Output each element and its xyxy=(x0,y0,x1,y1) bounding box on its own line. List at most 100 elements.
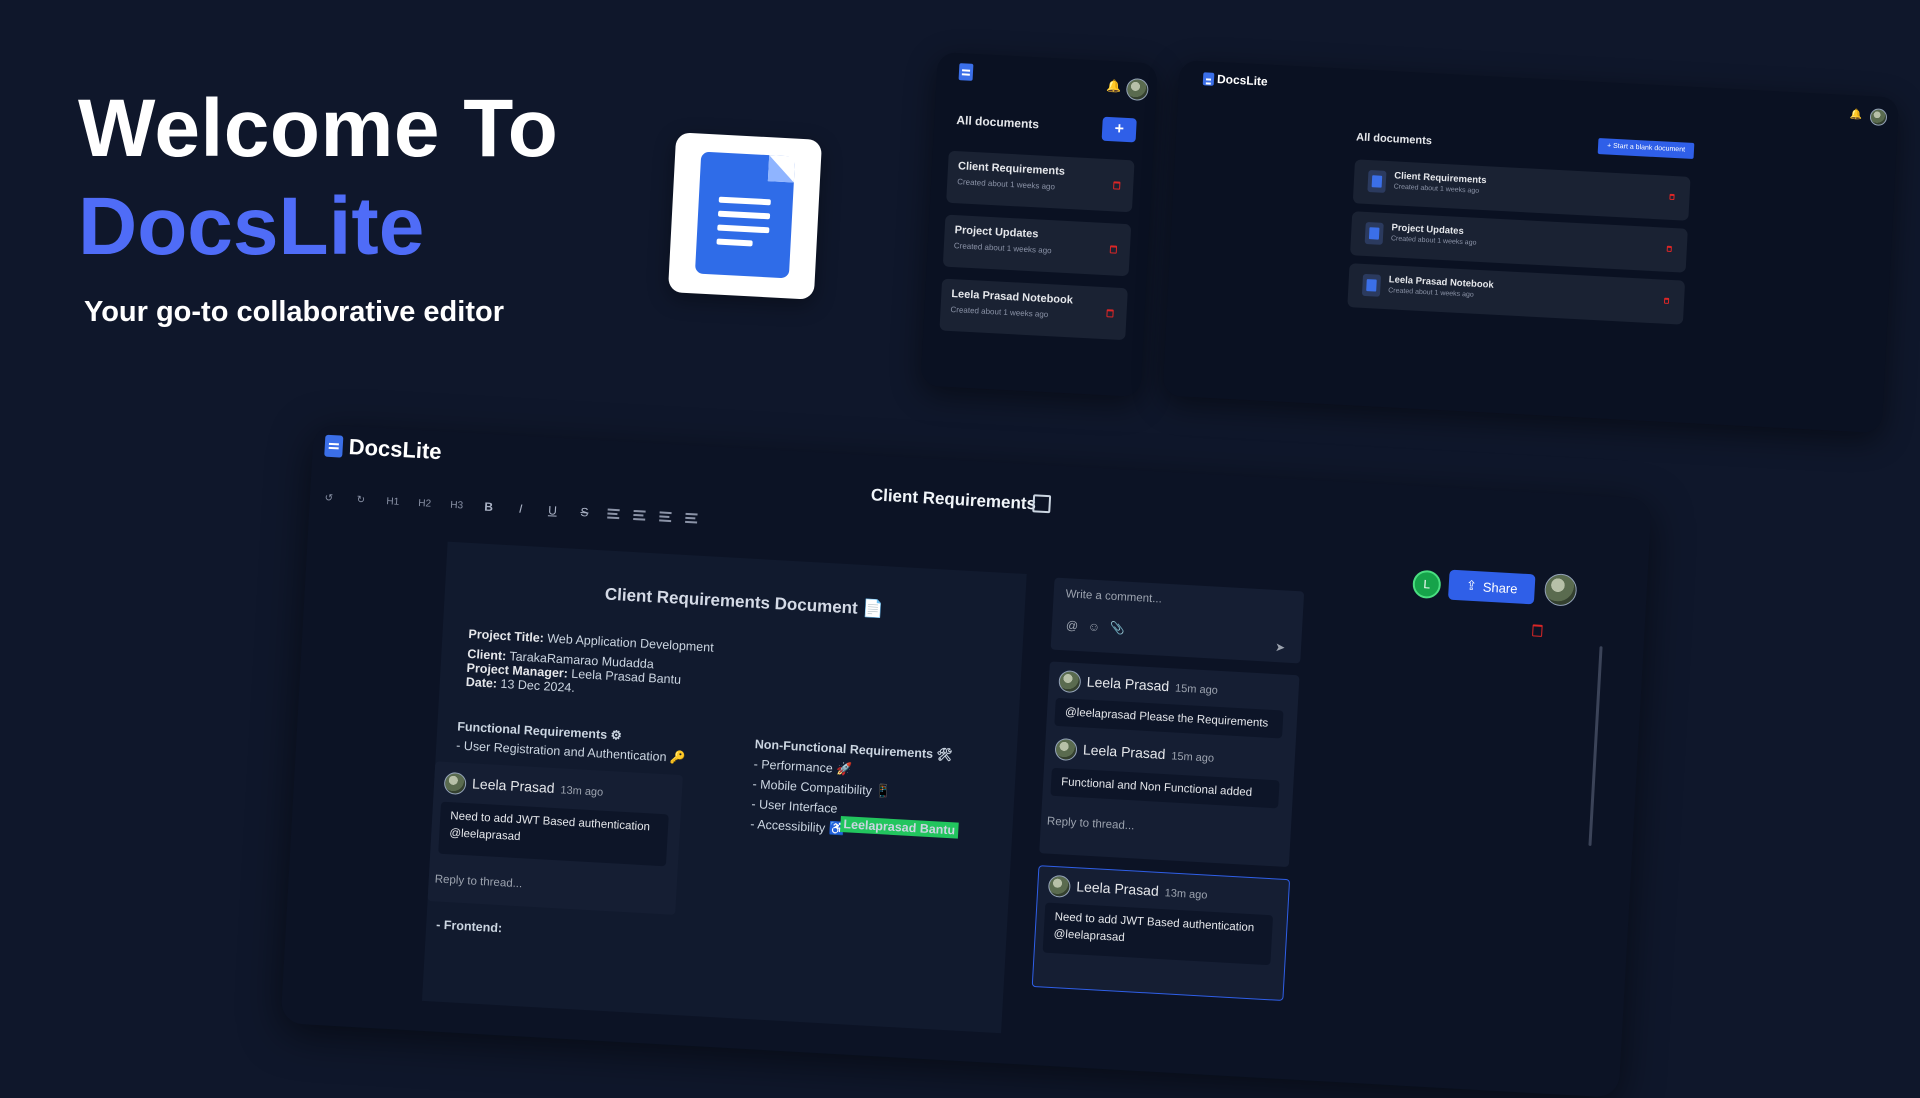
hero-title: Welcome To xyxy=(78,83,559,174)
document-title[interactable]: Client Requirements xyxy=(870,485,1036,514)
mobile-preview: 🔔 All documents + Client Requirements Cr… xyxy=(920,52,1158,398)
value: 13 Dec 2024. xyxy=(496,676,576,695)
heading1-button[interactable]: H1 xyxy=(384,496,403,508)
underline-button[interactable]: U xyxy=(543,503,562,518)
hero-subtitle: Your go-to collaborative editor xyxy=(84,296,504,328)
comment-composer: Write a comment... @ ☺ 📎 ➤ xyxy=(1050,577,1305,664)
document-meta: Created about 1 weeks ago xyxy=(953,241,1052,256)
share-label: Share xyxy=(1482,579,1518,596)
trash-icon[interactable] xyxy=(1109,245,1118,254)
documents-heading: All documents xyxy=(1355,131,1433,148)
active-user-avatar[interactable]: L xyxy=(1412,569,1442,600)
author-name: Leela Prasad xyxy=(471,775,556,796)
nf-item: - Mobile Compatibility 📱 xyxy=(752,777,892,799)
document-card[interactable]: Client Requirements Created about 1 week… xyxy=(1352,159,1691,221)
document-card[interactable]: Project Updates Created about 1 weeks ag… xyxy=(942,214,1132,277)
hero-brand: DocsLite xyxy=(78,181,425,272)
author-name: Leela Prasad xyxy=(1086,673,1170,695)
nf-item: - User Interface xyxy=(751,797,838,816)
start-blank-document-button[interactable]: + Start a blank document xyxy=(1597,138,1695,160)
document-card[interactable]: Leela Prasad Notebook Created about 1 we… xyxy=(1347,263,1686,325)
document-icon xyxy=(1364,221,1384,245)
brand: DocsLite xyxy=(1202,71,1269,89)
reply-input[interactable]: Reply to thread... xyxy=(1047,816,1135,833)
avatar[interactable] xyxy=(1543,572,1578,607)
avatar xyxy=(443,771,467,796)
author-name: Leela Prasad xyxy=(1075,878,1160,899)
italic-button[interactable]: I xyxy=(511,501,530,516)
comment-input[interactable]: Write a comment... xyxy=(1065,588,1162,605)
document-heading: Client Requirements Document 📄 xyxy=(604,584,885,620)
share-icon: ⇪ xyxy=(1465,577,1478,594)
trash-icon[interactable] xyxy=(1532,624,1543,637)
trash-icon[interactable] xyxy=(1113,181,1121,190)
mention-icon[interactable]: @ xyxy=(1066,618,1079,633)
document-icon xyxy=(1367,170,1387,193)
comment-message: Need to add JWT Based authentication @le… xyxy=(438,801,669,867)
avatar xyxy=(1047,874,1071,898)
add-document-button[interactable]: + xyxy=(1101,116,1137,143)
docslite-logo-icon xyxy=(667,132,823,300)
comment-time: 15m ago xyxy=(1174,682,1219,697)
comment-author: Leela Prasad 13m ago xyxy=(472,775,604,798)
brand: DocsLite xyxy=(324,433,442,465)
avatar xyxy=(1058,669,1082,694)
heading3-button[interactable]: H3 xyxy=(447,499,466,511)
document-card[interactable]: Client Requirements Created about 1 week… xyxy=(946,150,1135,213)
trash-icon[interactable] xyxy=(1663,297,1670,304)
document-card[interactable]: Leela Prasad Notebook Created about 1 we… xyxy=(939,278,1128,341)
comment-thread: Leela Prasad 15m ago @leelaprasad Please … xyxy=(1039,661,1300,868)
collaborator-cursor-label: Leelaprasad Bantu xyxy=(840,816,959,839)
avatar[interactable] xyxy=(1869,108,1888,127)
formatting-toolbar: ↺ ↻ H1 H2 H3 B I U S xyxy=(320,490,698,525)
comment-thread: Leela Prasad 13m ago Need to add JWT Base… xyxy=(1031,865,1291,1002)
label: Project Title: xyxy=(468,626,545,646)
attach-icon[interactable]: 📎 xyxy=(1109,621,1125,636)
document-meta: Created about 1 weeks ago xyxy=(950,305,1049,320)
value: Web Application Development xyxy=(543,631,715,655)
app-logo-icon xyxy=(958,63,974,81)
author-name: Leela Prasad xyxy=(1082,741,1166,763)
comment-author: Leela Prasad 15m ago xyxy=(1083,741,1215,764)
strikethrough-button[interactable]: S xyxy=(575,505,594,520)
trash-icon[interactable] xyxy=(1669,193,1675,201)
align-justify-icon[interactable] xyxy=(685,512,698,524)
brand-name: DocsLite xyxy=(348,433,443,465)
comment-message: @leelaprasad Please the Requirements xyxy=(1054,697,1284,739)
send-icon[interactable]: ➤ xyxy=(1275,640,1286,655)
trash-icon[interactable] xyxy=(1666,245,1672,252)
bell-icon[interactable]: 🔔 xyxy=(1106,79,1122,94)
document-canvas[interactable]: Client Requirements Document 📄 Project T… xyxy=(421,541,1027,1034)
desktop-preview: DocsLite 🔔 All documents + Start a blank… xyxy=(1162,60,1900,434)
avatar[interactable] xyxy=(1125,77,1149,102)
document-title: Leela Prasad Notebook xyxy=(951,288,1074,307)
bold-button[interactable]: B xyxy=(479,499,498,514)
document-card[interactable]: Project Updates Created about 1 weeks ag… xyxy=(1350,211,1688,273)
trash-icon[interactable] xyxy=(1106,309,1114,318)
heading2-button[interactable]: H2 xyxy=(415,497,434,509)
nf-item: - Performance 🚀 xyxy=(753,757,853,777)
comment-author: Leela Prasad 15m ago xyxy=(1086,674,1218,697)
label: Date: xyxy=(465,674,498,691)
scrollbar[interactable] xyxy=(1588,646,1603,846)
comment-time: 13m ago xyxy=(1164,887,1208,902)
document-title: Project Updates xyxy=(1391,222,1465,238)
app-logo-icon xyxy=(1202,71,1215,86)
edit-icon[interactable] xyxy=(1032,494,1052,514)
document-title: Client Requirements xyxy=(957,160,1066,178)
share-button[interactable]: ⇪ Share xyxy=(1447,569,1536,605)
comment-time: 15m ago xyxy=(1170,750,1215,765)
document-meta: Created about 1 weeks ago xyxy=(1390,235,1477,247)
frontend-line: - Frontend: xyxy=(435,917,503,936)
undo-button[interactable]: ↺ xyxy=(320,492,339,504)
document-icon xyxy=(1361,273,1382,297)
bell-icon[interactable]: 🔔 xyxy=(1850,109,1863,121)
emoji-icon[interactable]: ☺ xyxy=(1088,620,1101,635)
redo-button[interactable]: ↻ xyxy=(352,494,371,506)
reply-input[interactable]: Reply to thread... xyxy=(434,873,522,890)
brand-name: DocsLite xyxy=(1216,71,1269,89)
documents-heading: All documents xyxy=(956,113,1040,132)
align-right-icon[interactable] xyxy=(659,511,672,523)
align-left-icon[interactable] xyxy=(607,508,620,520)
align-center-icon[interactable] xyxy=(633,509,646,521)
